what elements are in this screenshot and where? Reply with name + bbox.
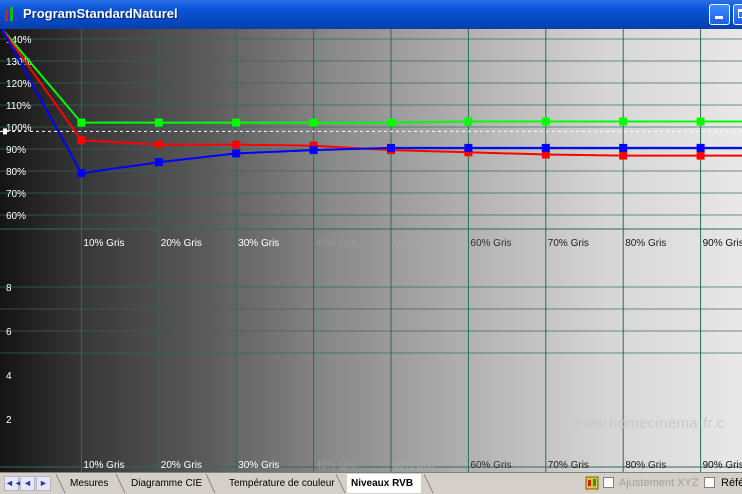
- reference-checkbox[interactable]: [704, 477, 715, 488]
- lower-x-tick-label: 30% Gris: [238, 460, 279, 471]
- first-tab-button[interactable]: ◄◄: [4, 476, 23, 491]
- data-point-green: [619, 117, 628, 126]
- lower-y-tick-label: 6: [6, 327, 12, 338]
- chart-area: 140% 130% 120% 110% 100% 90% 80% 70% 60% 10% Gris…: [0, 29, 742, 472]
- data-point-blue: [154, 158, 163, 167]
- x-tick-label: 90% Gris: [703, 238, 742, 249]
- data-point-blue: [77, 169, 86, 178]
- y-tick-label: 90%: [6, 145, 26, 156]
- minimize-button[interactable]: [709, 4, 730, 25]
- data-point-blue: [309, 146, 318, 155]
- y-tick-label: 70%: [6, 189, 26, 200]
- prev-tab-button[interactable]: ◄: [20, 476, 35, 491]
- window-title: ProgramStandardNaturel: [23, 6, 178, 21]
- lower-x-tick-label: 70% Gris: [548, 460, 589, 471]
- x-tick-label: 50% Gris: [393, 238, 434, 249]
- data-point-red: [696, 151, 705, 160]
- lower-x-tick-label: 10% Gris: [83, 460, 124, 471]
- minimize-icon: [715, 16, 723, 19]
- app-icon: [5, 7, 18, 21]
- y-tick-label: 120%: [6, 79, 32, 90]
- data-point-blue: [696, 143, 705, 152]
- lower-x-tick-label: 40% Gris: [316, 460, 357, 471]
- data-point-green: [696, 117, 705, 126]
- x-tick-label: 10% Gris: [83, 238, 124, 249]
- data-point-green: [541, 117, 550, 126]
- data-point-blue: [464, 143, 473, 152]
- rgb-levels-chart: 140%130%120%110%100%90%80%70%60%10% Gris…: [0, 29, 742, 472]
- y-tick-label: 100%: [6, 123, 32, 134]
- lower-x-tick-label: 60% Gris: [470, 460, 511, 471]
- y-tick-label: 60%: [6, 211, 26, 222]
- x-tick-label: 70% Gris: [548, 238, 589, 249]
- watermark: www.homecinema-fr.c: [572, 415, 725, 432]
- data-point-red: [154, 140, 163, 149]
- lower-y-tick-label: 8: [6, 283, 12, 294]
- maximize-button[interactable]: [733, 4, 742, 25]
- tab-temperature-couleur[interactable]: Température de couleur: [229, 474, 335, 493]
- ajustement-xyz-label: Ajustement XYZ: [619, 477, 699, 489]
- lower-x-tick-label: 50% Gris: [393, 460, 434, 471]
- calibration-icon: [585, 476, 599, 490]
- x-tick-label: 30% Gris: [238, 238, 279, 249]
- tab-bar: ◄◄ ◄ ► Mesures Diagramme CIE Température…: [0, 472, 742, 494]
- lower-y-tick-label: 4: [6, 371, 12, 382]
- data-point-green: [387, 118, 395, 127]
- data-point-red: [232, 140, 241, 149]
- data-point-green: [154, 118, 163, 127]
- reference-label: Réfé: [721, 477, 742, 489]
- data-point-red: [619, 151, 628, 160]
- data-point-green: [232, 118, 241, 127]
- x-tick-label: 80% Gris: [625, 238, 666, 249]
- data-point-red: [77, 136, 86, 145]
- series-line-green: [1, 29, 742, 124]
- y-tick-label: 110%: [6, 101, 31, 112]
- lower-x-tick-label: 80% Gris: [625, 460, 666, 471]
- data-point-blue: [619, 143, 628, 152]
- x-tick-label: 60% Gris: [470, 238, 511, 249]
- tab-mesures[interactable]: Mesures: [70, 474, 108, 493]
- lower-y-tick-label: 2: [6, 415, 12, 426]
- lower-x-tick-label: 90% Gris: [703, 460, 742, 471]
- title-bar: ProgramStandardNaturel: [0, 0, 742, 29]
- series-line-red: [1, 29, 742, 157]
- y-tick-label: 80%: [6, 167, 26, 178]
- ajustement-xyz-checkbox[interactable]: [603, 477, 614, 488]
- x-tick-label: 20% Gris: [161, 238, 202, 249]
- x-tick-label: 40% Gris: [316, 238, 357, 249]
- data-point-green: [464, 117, 473, 126]
- series-line-blue: [1, 29, 742, 175]
- data-point-green: [309, 118, 318, 127]
- data-point-blue: [387, 143, 395, 152]
- data-point-green: [77, 118, 86, 127]
- data-point-blue: [232, 149, 241, 158]
- lower-x-tick-label: 20% Gris: [161, 460, 202, 471]
- tab-diagramme-cie[interactable]: Diagramme CIE: [131, 474, 202, 493]
- next-tab-button[interactable]: ►: [36, 476, 51, 491]
- maximize-icon: [738, 9, 742, 18]
- data-point-blue: [541, 143, 550, 152]
- tab-niveaux-rvb[interactable]: Niveaux RVB: [347, 474, 422, 493]
